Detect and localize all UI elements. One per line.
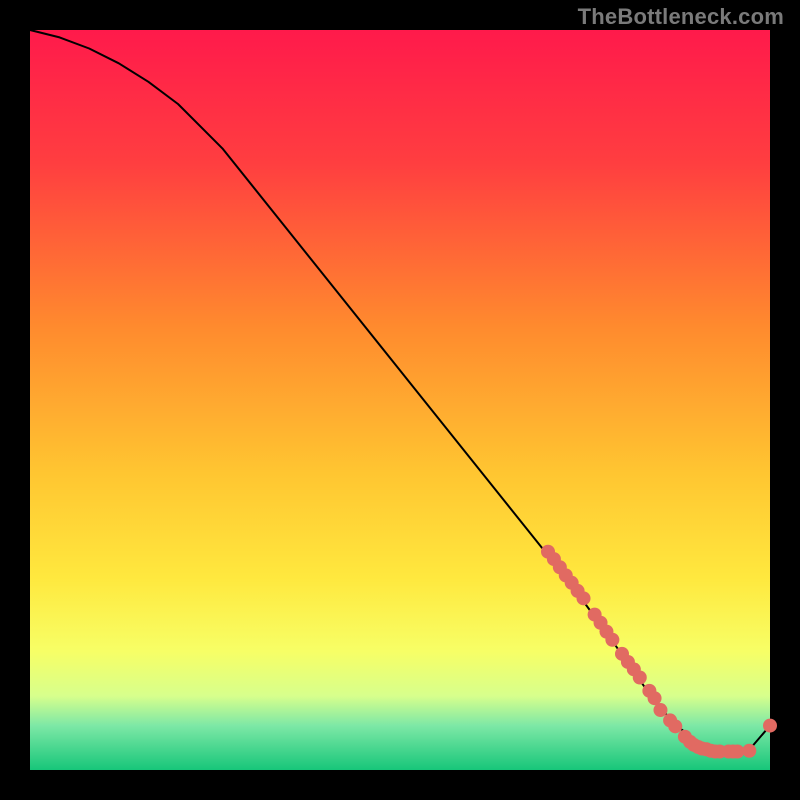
scatter-dot (605, 633, 619, 647)
watermark-text: TheBottleneck.com (578, 4, 784, 30)
scatter-dot (653, 703, 667, 717)
gradient-background (30, 30, 770, 770)
scatter-dot (633, 671, 647, 685)
scatter-dot (648, 691, 662, 705)
scatter-dot (577, 591, 591, 605)
scatter-dot (668, 719, 682, 733)
scatter-dot (742, 744, 756, 758)
chart-stage: TheBottleneck.com (0, 0, 800, 800)
scatter-dot (763, 719, 777, 733)
chart-svg (0, 0, 800, 800)
